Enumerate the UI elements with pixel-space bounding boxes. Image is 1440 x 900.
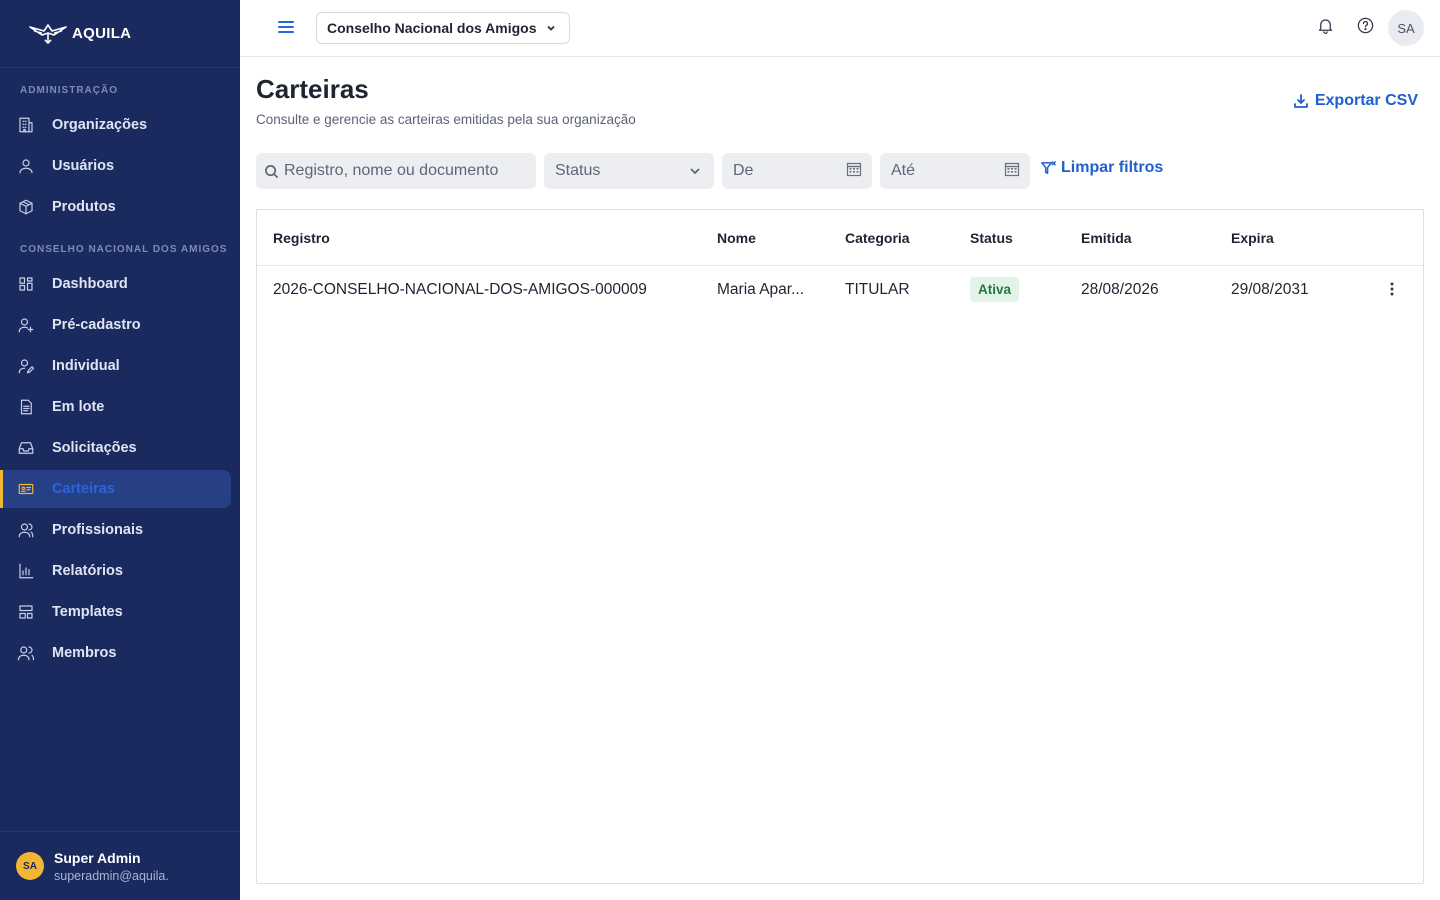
column-header-nome[interactable]: Nome: [717, 230, 756, 246]
carteiras-table: Registro Nome Categoria Status Emitida E…: [256, 209, 1424, 884]
cell-categoria: TITULAR: [845, 281, 910, 298]
sidebar-item-carteiras[interactable]: Carteiras: [0, 470, 231, 508]
filter-clear-icon: [1041, 160, 1056, 174]
sidebar: AQUILA ADMINISTRAÇÃO Organizações Usuári…: [0, 0, 240, 900]
sidebar-item-label: Produtos: [52, 199, 116, 215]
page-title: Carteiras: [256, 74, 369, 104]
search-icon: [265, 164, 279, 178]
help-icon: [1357, 17, 1374, 34]
column-header-registro[interactable]: Registro: [273, 230, 330, 246]
sidebar-item-label: Organizações: [52, 117, 148, 133]
sidebar-item-label: Em lote: [52, 399, 105, 415]
cell-registro: 2026-CONSELHO-NACIONAL-DOS-AMIGOS-000009: [273, 281, 647, 298]
cell-emitida: 28/08/2026: [1081, 281, 1159, 298]
file-list-icon: [16, 397, 36, 417]
aquila-logo-icon: [29, 23, 67, 44]
sidebar-item-profissionais[interactable]: Profissionais: [0, 511, 231, 549]
page-subtitle: Consulte e gerencie as carteiras emitida…: [256, 112, 636, 127]
column-header-expira[interactable]: Expira: [1231, 230, 1274, 246]
download-icon: [1293, 94, 1308, 108]
table-header: Registro Nome Categoria Status Emitida E…: [257, 210, 1423, 266]
building-icon: [16, 115, 36, 135]
org-selector-label: Conselho Nacional dos Amigos: [327, 20, 537, 36]
sidebar-item-dashboard[interactable]: Dashboard: [0, 265, 231, 303]
sidebar-item-pre-cadastro[interactable]: Pré-cadastro: [0, 306, 231, 344]
date-to-placeholder: Até: [891, 162, 916, 179]
cell-expira: 29/08/2031: [1231, 281, 1309, 298]
more-vertical-icon: [1390, 282, 1394, 296]
clear-filters-button[interactable]: Limpar filtros: [1040, 159, 1163, 177]
sidebar-item-templates[interactable]: Templates: [0, 593, 231, 631]
grid-icon: [16, 274, 36, 294]
bar-chart-icon: [16, 561, 36, 581]
cell-nome: Maria Apar...: [717, 281, 805, 298]
bell-icon: [1318, 19, 1333, 34]
sidebar-item-label: Relatórios: [52, 563, 123, 579]
sidebar-item-usuarios[interactable]: Usuários: [0, 147, 231, 185]
help-button[interactable]: [1356, 16, 1376, 36]
org-selector[interactable]: Conselho Nacional dos Amigos: [316, 12, 570, 44]
date-from-placeholder: De: [733, 162, 754, 179]
hamburger-icon: [278, 21, 294, 33]
chevron-down-icon: [690, 168, 700, 175]
menu-toggle-button[interactable]: [276, 17, 296, 37]
topbar: Conselho Nacional dos Amigos SA: [240, 0, 1440, 57]
brand-name: AQUILA: [72, 25, 132, 42]
sidebar-item-organizacoes[interactable]: Organizações: [0, 106, 231, 144]
current-user[interactable]: SA Super Admin superadmin@aquila.: [0, 831, 240, 900]
users-icon: [16, 520, 36, 540]
user-email: superadmin@aquila.: [54, 868, 169, 883]
section-label-admin: ADMINISTRAÇÃO: [20, 85, 118, 96]
sidebar-item-membros[interactable]: Membros: [0, 634, 231, 672]
date-from-input[interactable]: De: [722, 153, 872, 189]
sidebar-item-label: Profissionais: [52, 522, 144, 538]
avatar: SA: [16, 852, 44, 880]
sidebar-item-individual[interactable]: Individual: [0, 347, 231, 385]
notifications-button[interactable]: [1316, 16, 1336, 36]
status-select[interactable]: Status: [544, 153, 714, 189]
sidebar-item-em-lote[interactable]: Em lote: [0, 388, 231, 426]
user-edit-icon: [16, 356, 36, 376]
sidebar-item-label: Individual: [52, 358, 120, 374]
inbox-icon: [16, 438, 36, 458]
sidebar-item-label: Templates: [52, 604, 123, 620]
status-select-label: Status: [555, 162, 601, 179]
search-input[interactable]: Registro, nome ou documento: [256, 153, 536, 189]
sidebar-item-label: Membros: [52, 645, 117, 661]
export-csv-button[interactable]: Exportar CSV: [1293, 92, 1418, 110]
status-badge: Ativa: [970, 277, 1020, 302]
sidebar-item-produtos[interactable]: Produtos: [0, 188, 231, 226]
column-header-emitida[interactable]: Emitida: [1081, 230, 1132, 246]
members-icon: [16, 643, 36, 663]
table-row[interactable]: 2026-CONSELHO-NACIONAL-DOS-AMIGOS-000009…: [257, 267, 1423, 313]
layout-icon: [16, 602, 36, 622]
clear-filters-label: Limpar filtros: [1061, 159, 1164, 176]
brand-logo[interactable]: AQUILA: [0, 0, 240, 68]
sidebar-item-label: Carteiras: [52, 481, 115, 497]
user-name: Super Admin: [54, 849, 141, 866]
sidebar-item-solicitacoes[interactable]: Solicitações: [0, 429, 231, 467]
row-actions-button[interactable]: [1383, 280, 1401, 298]
calendar-icon[interactable]: [1004, 161, 1020, 182]
sidebar-item-label: Pré-cadastro: [52, 317, 141, 333]
box-icon: [16, 197, 36, 217]
calendar-icon[interactable]: [846, 161, 862, 182]
user-plus-icon: [16, 315, 36, 335]
column-header-categoria[interactable]: Categoria: [845, 230, 910, 246]
date-to-input[interactable]: Até: [880, 153, 1030, 189]
sidebar-item-label: Solicitações: [52, 440, 137, 456]
user-icon: [16, 156, 36, 176]
search-placeholder: Registro, nome ou documento: [284, 162, 499, 179]
export-csv-label: Exportar CSV: [1314, 92, 1418, 109]
id-card-icon: [16, 479, 36, 499]
chevron-down-icon: [546, 25, 555, 31]
sidebar-item-relatorios[interactable]: Relatórios: [0, 552, 231, 590]
avatar[interactable]: SA: [1388, 10, 1424, 46]
sidebar-item-label: Dashboard: [52, 276, 128, 292]
section-label-org: CONSELHO NACIONAL DOS AMIGOS: [20, 244, 228, 255]
column-header-status[interactable]: Status: [970, 230, 1013, 246]
sidebar-item-label: Usuários: [52, 158, 115, 174]
